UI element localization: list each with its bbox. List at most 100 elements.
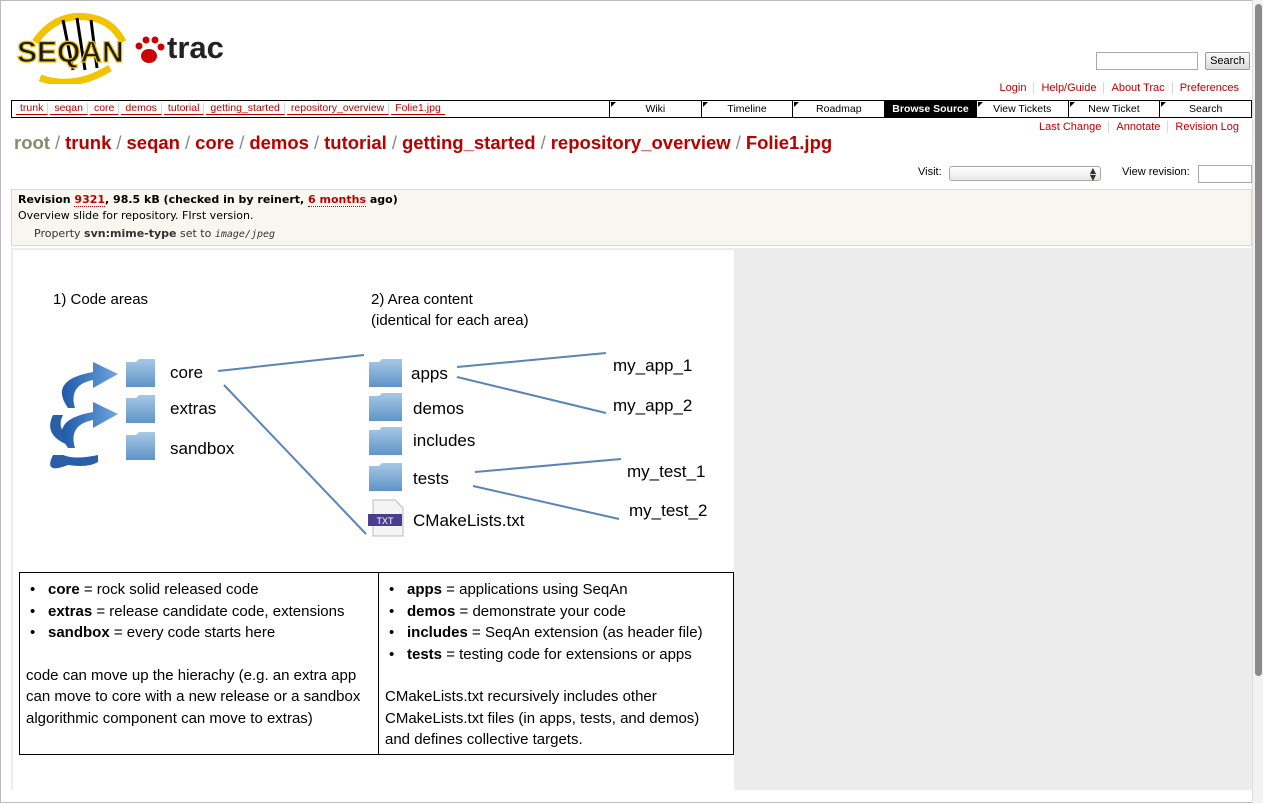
path-link-getting-started[interactable]: getting_started: [206, 103, 285, 115]
legend-item: demos = demonstrate your code: [385, 601, 727, 623]
annotate-link[interactable]: Annotate: [1108, 121, 1167, 133]
property-mid: set to: [179, 227, 212, 240]
path-link-trunk[interactable]: trunk: [16, 103, 49, 115]
tab-timeline[interactable]: Timeline: [700, 101, 793, 117]
main-navbar: trunk seqan core demos tutorial getting_…: [11, 100, 1252, 118]
content-tests: tests: [413, 469, 449, 488]
breadcrumb-separator: /: [313, 132, 320, 153]
area-core: core: [170, 363, 204, 382]
breadcrumb: root / trunk / seqan / core / demos / tu…: [14, 132, 832, 154]
tab-roadmap[interactable]: Roadmap: [792, 101, 885, 117]
breadcrumb-separator: /: [184, 132, 191, 153]
content-cmakelists: CMakeLists.txt: [413, 511, 525, 530]
metanav: Login Help/Guide About Trac Preferences: [993, 82, 1246, 94]
scrollbar-thumb[interactable]: [1255, 4, 1262, 676]
legend-item: apps = applications using SeqAn: [385, 579, 727, 601]
path-link-demos[interactable]: demos: [121, 103, 162, 115]
breadcrumb-separator: /: [735, 132, 741, 153]
revision-line: Revision 9321, 98.5 kB (checked in by re…: [18, 193, 398, 207]
view-revision-input[interactable]: [1198, 165, 1252, 183]
area-content-subheading: (identical for each area): [371, 312, 529, 329]
path-link-seqan[interactable]: seqan: [50, 103, 88, 115]
cycle-arrows: [50, 362, 118, 469]
breadcrumb-separator: /: [54, 132, 61, 153]
legend-note: code can move up the hierachy (e.g. an e…: [26, 666, 361, 727]
legend-item: core = rock solid released code: [26, 579, 372, 601]
search-button[interactable]: Search: [1205, 52, 1250, 70]
revision-age-link[interactable]: 6 months: [308, 193, 367, 207]
tab-wiki[interactable]: Wiki: [609, 101, 701, 117]
tab-browse-source[interactable]: Browse Source: [884, 101, 976, 117]
breadcrumb-seqan[interactable]: seqan: [127, 132, 180, 154]
area-sandbox: sandbox: [170, 439, 235, 458]
breadcrumb-separator: /: [116, 132, 122, 153]
test-2: my_test_2: [629, 501, 708, 520]
revision-info: Revision 9321, 98.5 kB (checked in by re…: [11, 189, 1252, 246]
property-line: Property svn:mime-type set to image/jpeg: [34, 227, 275, 240]
breadcrumb-root[interactable]: root: [14, 132, 50, 154]
about-trac-link[interactable]: About Trac: [1103, 82, 1171, 94]
breadcrumb-repository-overview[interactable]: repository_overview: [551, 132, 731, 154]
tab-search[interactable]: Search: [1159, 101, 1252, 117]
breadcrumb-separator: /: [540, 132, 546, 153]
preferences-link[interactable]: Preferences: [1171, 82, 1246, 94]
tab-view-tickets[interactable]: View Tickets: [975, 101, 1068, 117]
folder-icon: [369, 463, 402, 491]
revision-label: Revision: [18, 193, 71, 206]
svg-text:trac: trac: [167, 30, 224, 65]
area-extras: extras: [170, 399, 217, 418]
legend-note: CMakeLists.txt recursively includes othe…: [385, 688, 700, 748]
svg-text:SEQAN: SEQAN: [17, 36, 124, 69]
revision-size-text: , 98.5 kB (checked in by reinert,: [105, 193, 309, 206]
select-arrows-icon: ▲ ▼: [1089, 166, 1096, 182]
last-change-link[interactable]: Last Change: [1032, 121, 1108, 133]
breadcrumb-trunk[interactable]: trunk: [65, 132, 111, 154]
path-link-repository-overview[interactable]: repository_overview: [286, 103, 390, 115]
txt-badge-label: TXT: [377, 516, 395, 526]
path-link-folie1[interactable]: Folie1.jpg: [391, 103, 445, 115]
property-prefix: Property: [34, 227, 81, 240]
legend-item: tests = testing code for extensions or a…: [385, 644, 727, 666]
area-content-legend: apps = applications using SeqAn demos = …: [378, 572, 734, 755]
content-includes: includes: [413, 431, 476, 450]
context-nav: Last Change Annotate Revision Log: [1032, 121, 1246, 133]
area-content-heading: 2) Area content: [371, 291, 473, 308]
visit-select[interactable]: ▲ ▼: [949, 166, 1101, 182]
legend-item: includes = SeqAn extension (as header fi…: [385, 622, 727, 644]
breadcrumb-separator: /: [239, 132, 245, 153]
tab-new-ticket[interactable]: New Ticket: [1067, 101, 1160, 117]
test-1: my_test_1: [627, 462, 706, 481]
legend-item: extras = release candidate code, extensi…: [26, 601, 372, 623]
view-revision-label: View revision:: [1122, 166, 1190, 178]
seqan-trac-logo[interactable]: SEQAN trac: [15, 12, 230, 84]
content-demos: demos: [413, 399, 465, 418]
path-link-tutorial[interactable]: tutorial: [163, 103, 205, 115]
txt-file-icon: TXT: [368, 499, 404, 537]
breadcrumb-tutorial[interactable]: tutorial: [324, 132, 387, 154]
folder-icon: [369, 427, 402, 455]
login-link[interactable]: Login: [993, 82, 1034, 94]
breadcrumb-demos[interactable]: demos: [249, 132, 309, 154]
search-input[interactable]: [1096, 52, 1198, 70]
legend-item: sandbox = every code starts here: [26, 622, 372, 644]
folder-icon: [126, 432, 155, 460]
commit-message: Overview slide for repository. FIrst ver…: [18, 209, 254, 222]
vertical-scrollbar[interactable]: [1252, 0, 1263, 803]
property-name: svn:mime-type: [84, 227, 177, 240]
revision-log-link[interactable]: Revision Log: [1167, 121, 1246, 133]
folder-icon: [369, 359, 402, 387]
content-apps: apps: [411, 364, 448, 383]
help-guide-link[interactable]: Help/Guide: [1033, 82, 1103, 94]
breadcrumb-core[interactable]: core: [195, 132, 234, 154]
path-quick-links: trunk seqan core demos tutorial getting_…: [12, 101, 609, 117]
breadcrumb-folie1[interactable]: Folie1.jpg: [746, 132, 832, 154]
breadcrumb-separator: /: [391, 132, 397, 153]
code-areas-heading: 1) Code areas: [53, 291, 149, 308]
app-1: my_app_1: [613, 356, 693, 375]
breadcrumb-getting-started[interactable]: getting_started: [402, 132, 536, 154]
folder-icon: [126, 395, 155, 423]
visit-label: Visit:: [918, 166, 942, 178]
revision-age-suffix: ago): [366, 193, 398, 206]
path-link-core[interactable]: core: [89, 103, 120, 115]
revision-number-link[interactable]: 9321: [74, 193, 106, 207]
